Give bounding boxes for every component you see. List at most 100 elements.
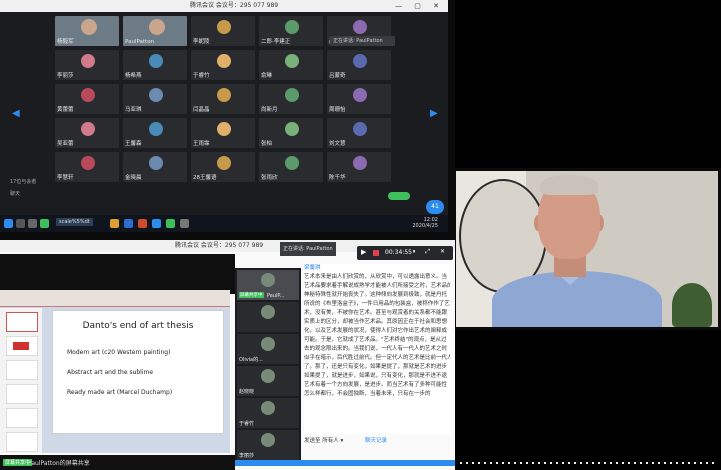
participant-name: 吕蒙奇 bbox=[329, 73, 346, 79]
app-icon-2[interactable] bbox=[180, 219, 189, 228]
video-strip-item[interactable]: 李丽莎 bbox=[237, 430, 299, 460]
next-page-arrow-icon[interactable]: ▶ bbox=[430, 108, 438, 119]
powerpoint-icon[interactable] bbox=[138, 219, 147, 228]
recording-controls[interactable]: ⏸ ⤢ ✕ bbox=[412, 248, 449, 256]
window-controls[interactable]: — ▢ ✕ bbox=[395, 0, 444, 12]
task-view-icon[interactable] bbox=[28, 219, 37, 228]
participant-tile[interactable]: 张雨欣 bbox=[259, 152, 323, 182]
avatar bbox=[261, 273, 275, 287]
participants-count[interactable]: 17位与会者 bbox=[10, 178, 36, 185]
share-tag: 屏幕共享中 bbox=[239, 292, 264, 298]
chat-message-line: 艺术有着一个方向发展，是进步。而当艺术有了多种可能性 bbox=[304, 382, 448, 388]
window-title: 腾讯会议 会议号：295 077 989 bbox=[190, 2, 279, 9]
speaking-badge: 正在讲话: PaulPatton bbox=[330, 36, 395, 46]
participant-tile[interactable]: 王馨森 bbox=[123, 118, 187, 148]
participant-name: 李丽莎 bbox=[239, 453, 255, 459]
video-strip-item[interactable]: 屏幕共享中 PaulP... bbox=[237, 270, 299, 300]
slide-canvas[interactable]: Danto's end of art thesis Modern art (c2… bbox=[52, 310, 224, 434]
participant-tile[interactable]: 金晓晨 bbox=[123, 152, 187, 182]
app-icon[interactable] bbox=[40, 219, 49, 228]
avatar bbox=[285, 54, 299, 68]
avatar bbox=[261, 369, 275, 383]
participant-name: 赵晓晓 bbox=[239, 389, 255, 395]
chat-label[interactable]: 聊天 bbox=[10, 190, 20, 197]
slide-bullet: Modern art (c20 Western painting) bbox=[67, 349, 171, 356]
participant-name: 杨希燕 bbox=[125, 73, 142, 79]
video-strip-item[interactable]: 赵晓晓 bbox=[237, 366, 299, 396]
participant-name: 28王馨语 bbox=[193, 175, 217, 181]
meeting-window-top: 腾讯会议 会议号：295 077 989 — ▢ ✕ ◀ ▶ 杨毅军 PaulPa… bbox=[0, 0, 448, 232]
avatar bbox=[81, 54, 95, 68]
slide-thumbnail[interactable] bbox=[6, 312, 38, 332]
participant-tile[interactable]: 二郎·李建正 bbox=[259, 16, 323, 46]
folder-icon[interactable] bbox=[110, 219, 119, 228]
chat-history-link[interactable]: 聊天记录 bbox=[365, 438, 387, 444]
participant-name: 李慧轩 bbox=[57, 175, 74, 181]
slide-thumbnail[interactable] bbox=[6, 408, 38, 428]
participant-tile[interactable]: 黄蕾蕾 bbox=[55, 84, 119, 114]
participant-name: 黄蕾蕾 bbox=[57, 107, 74, 113]
chat-message-line: 似乎在暗示，后代胜过前代。但一定代人的艺术是比前一代人 bbox=[304, 355, 450, 361]
page-dots bbox=[458, 461, 718, 465]
search-icon[interactable] bbox=[16, 219, 25, 228]
participant-tile[interactable]: 尚新月 bbox=[259, 84, 323, 114]
avatar bbox=[353, 122, 367, 136]
chat-message-line: 可能。于是，它就成了艺术品。"艺术终结"的观点，是从过 bbox=[304, 337, 447, 343]
participant-tile[interactable]: 马亚琪 bbox=[123, 84, 187, 114]
participant-name: 尚新月 bbox=[261, 107, 278, 113]
chat-message-line: 实质上的区分，却被当作艺术品。其原因正在于社会和思想 bbox=[304, 319, 448, 325]
meeting-app-icon[interactable] bbox=[152, 219, 161, 228]
video-strip-item[interactable]: Olivia的... bbox=[237, 334, 299, 364]
participant-name: 吴亚蕾 bbox=[57, 141, 74, 147]
slide-thumbnail[interactable] bbox=[6, 384, 38, 404]
avatar bbox=[149, 54, 163, 68]
participant-tile[interactable]: 吴亚蕾 bbox=[55, 118, 119, 148]
windows-start-icon[interactable] bbox=[4, 219, 13, 228]
avatar bbox=[285, 122, 299, 136]
participant-name: PaulP... bbox=[267, 293, 285, 299]
participant-tile[interactable]: 张柏 bbox=[259, 118, 323, 148]
percent-badge: 41 bbox=[426, 200, 444, 214]
stop-icon[interactable] bbox=[373, 250, 379, 256]
wechat-icon[interactable] bbox=[166, 219, 175, 228]
slide-thumbnail[interactable] bbox=[6, 432, 38, 452]
participant-tile[interactable]: 李丽莎 bbox=[55, 50, 119, 80]
participant-tile[interactable]: 28王馨语 bbox=[191, 152, 255, 182]
slide-thumbnail[interactable] bbox=[6, 360, 38, 380]
meeting-window-bottom: 腾讯会议 会议号：295 077 989 正在讲话: PaulPatton ▶ … bbox=[0, 240, 455, 470]
participant-tile[interactable]: 俞琳 bbox=[259, 50, 323, 80]
avatar bbox=[353, 20, 367, 34]
participant-tile[interactable]: 王雨霏 bbox=[191, 118, 255, 148]
participant-tile[interactable]: 周珊怡 bbox=[327, 84, 391, 114]
play-icon[interactable]: ▶ bbox=[361, 248, 366, 256]
participant-tile[interactable]: 于睿竹 bbox=[191, 50, 255, 80]
participant-tile[interactable]: 吕蒙奇 bbox=[327, 50, 391, 80]
powerpoint-window: Danto's end of art thesis Modern art (c2… bbox=[0, 290, 230, 453]
participant-tile[interactable]: PaulPatton bbox=[123, 16, 187, 46]
browser-icon[interactable] bbox=[124, 219, 133, 228]
participant-name: 俞琳 bbox=[261, 73, 273, 79]
participant-tile[interactable]: 杨毅军 bbox=[55, 16, 119, 46]
participant-tile[interactable]: 闫晶晶 bbox=[191, 84, 255, 114]
chat-message-line: 艺术本来是由人们欣赏的，从欣赏中，可以透露出意义。当 bbox=[304, 274, 448, 280]
slide-thumbnail[interactable] bbox=[6, 336, 38, 356]
system-clock: 12:02 2020/4/25 bbox=[412, 217, 438, 229]
participant-name: 李丽莎 bbox=[57, 73, 74, 79]
video-strip-item[interactable]: 于睿竹 bbox=[237, 398, 299, 428]
participant-name: 金晓晨 bbox=[125, 175, 142, 181]
participant-name: 张雨欣 bbox=[261, 175, 278, 181]
avatar bbox=[261, 305, 275, 319]
participant-tile[interactable]: 李妮陵 bbox=[191, 16, 255, 46]
chat-send-to[interactable]: 发送至 所有人 ▾ bbox=[304, 438, 343, 444]
title-bar: 腾讯会议 会议号：295 077 989 — ▢ ✕ bbox=[0, 0, 448, 12]
participant-tile[interactable]: 李慧轩 bbox=[55, 152, 119, 182]
participant-name: 王馨森 bbox=[125, 141, 142, 147]
chat-footer: 发送至 所有人 ▾ 聊天记录 bbox=[304, 436, 450, 444]
video-strip-item[interactable] bbox=[237, 302, 299, 332]
taskbar-app[interactable]: scale%5%dt bbox=[56, 218, 93, 226]
participant-tile[interactable]: 杨希燕 bbox=[123, 50, 187, 80]
participant-tile[interactable]: 刘文慧 bbox=[327, 118, 391, 148]
prev-page-arrow-icon[interactable]: ◀ bbox=[12, 108, 20, 119]
avatar bbox=[285, 88, 299, 102]
participant-tile[interactable]: 陈千华 bbox=[327, 152, 391, 182]
